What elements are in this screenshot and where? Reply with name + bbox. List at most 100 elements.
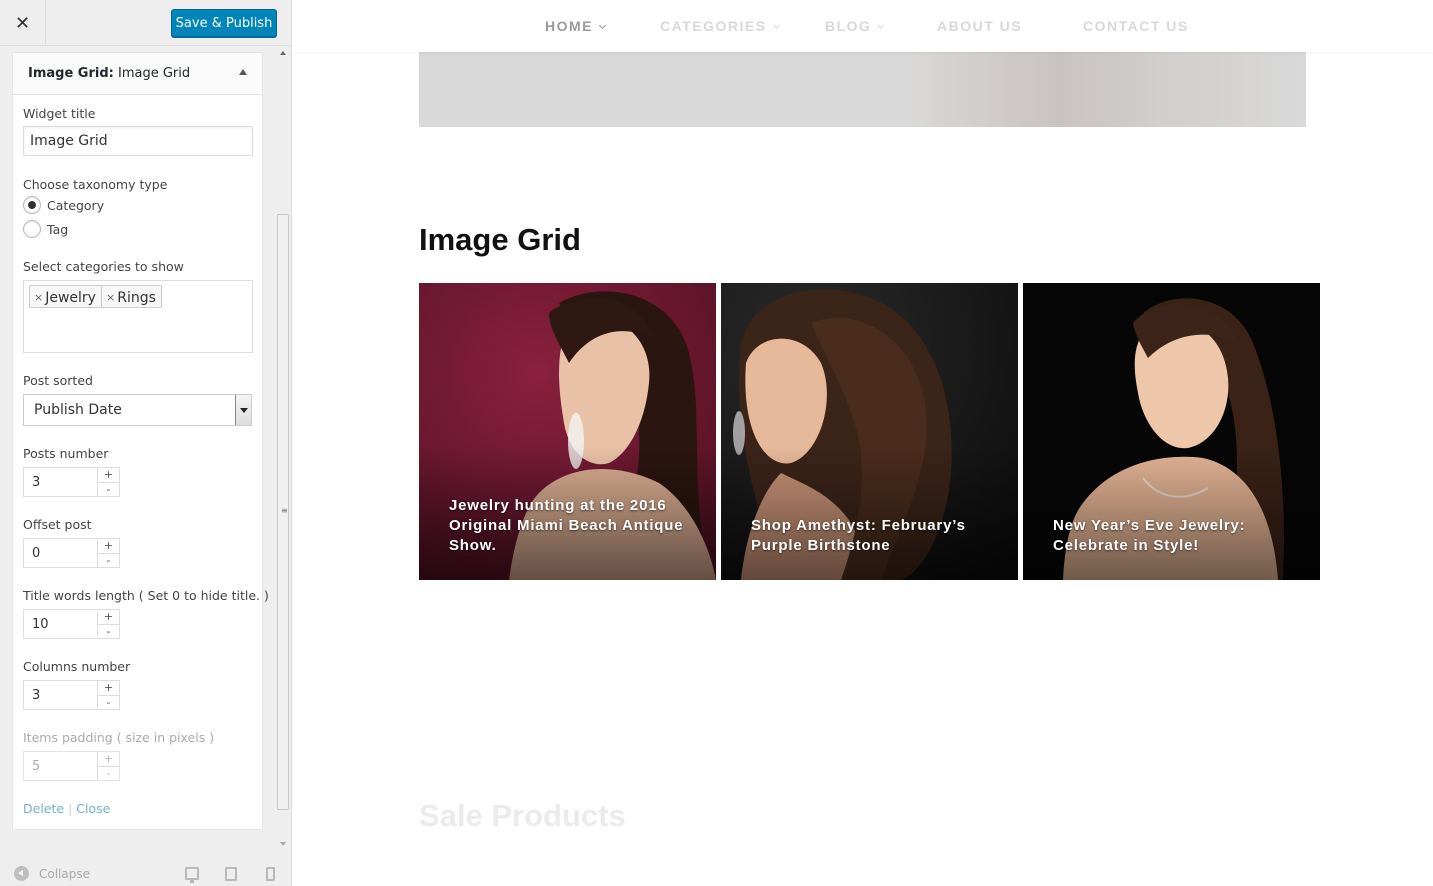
hero-banner-image [419, 52, 1306, 127]
image-grid-title: Image Grid [419, 222, 581, 257]
offset-stepper[interactable]: + - [97, 539, 119, 567]
offset-label: Offset post [23, 517, 92, 532]
delete-link[interactable]: Delete [23, 801, 64, 816]
offset-input[interactable]: 0 + - [23, 538, 120, 568]
title-length-stepper[interactable]: + - [97, 610, 119, 638]
category-tag-rings[interactable]: × Rings [101, 285, 162, 308]
remove-tag-icon[interactable]: × [34, 291, 43, 304]
scroll-up-icon[interactable] [280, 51, 286, 55]
posts-number-stepper[interactable]: + - [97, 468, 119, 496]
widget-title-input[interactable]: Image Grid [23, 126, 253, 156]
title-length-input[interactable]: 10 + - [23, 609, 120, 639]
close-link[interactable]: Close [76, 801, 110, 816]
offset-value: 0 [32, 546, 41, 561]
posts-number-input[interactable]: 3 + - [23, 467, 120, 497]
title-length-value: 10 [32, 617, 49, 632]
chevron-down-icon [772, 21, 780, 30]
category-tag-jewelry[interactable]: × Jewelry [29, 285, 102, 308]
close-icon[interactable]: ✕ [0, 0, 46, 46]
nav-item-categories[interactable]: CATEGORIES [660, 18, 780, 34]
nav-item-label: CATEGORIES [660, 18, 767, 34]
increment-icon[interactable]: + [98, 610, 119, 624]
grid-item-3[interactable]: New Year’s Eve Jewelry: Celebrate in Sty… [1023, 283, 1320, 580]
padding-value: 5 [32, 759, 41, 774]
customizer-sidebar: ✕ Save & Publish Image Grid: Image Grid … [0, 0, 292, 886]
categories-label: Select categories to show [23, 259, 184, 274]
padding-input[interactable]: 5 + - [23, 751, 120, 781]
sidebar-header: ✕ Save & Publish [0, 0, 291, 46]
post-sorted-value: Publish Date [34, 402, 122, 418]
widget-title-label: Widget title [23, 106, 96, 121]
collapse-icon[interactable] [14, 866, 29, 881]
posts-number-value: 3 [32, 475, 41, 490]
nav-item-label: HOME [545, 18, 593, 34]
remove-tag-icon[interactable]: × [106, 291, 115, 304]
category-tag-label: Jewelry [45, 289, 96, 306]
radio-tag-label: Tag [47, 221, 69, 237]
nav-item-label: ABOUT US [937, 18, 1023, 34]
sidebar-scrollbar[interactable]: ≡ [276, 46, 291, 846]
posts-number-label: Posts number [23, 446, 109, 461]
nav-item-blog[interactable]: BLOG [825, 18, 885, 34]
nav-item-home[interactable]: HOME [545, 18, 607, 34]
increment-icon[interactable]: + [98, 752, 119, 766]
grid-item-title[interactable]: Shop Amethyst: February’s Purple Birthst… [751, 516, 996, 556]
taxonomy-option-category[interactable]: Category [23, 196, 104, 214]
grid-item-title[interactable]: New Year’s Eve Jewelry: Celebrate in Sty… [1053, 516, 1298, 556]
taxonomy-label: Choose taxonomy type [23, 177, 168, 192]
padding-stepper[interactable]: + - [97, 752, 119, 780]
tablet-icon[interactable] [225, 867, 237, 881]
link-separator: | [68, 801, 73, 816]
columns-input[interactable]: 3 + - [23, 680, 120, 710]
padding-label: Items padding ( size in pixels ) [23, 730, 215, 745]
post-sorted-label: Post sorted [23, 373, 93, 388]
categories-select[interactable]: × Jewelry × Rings [23, 280, 253, 353]
title-length-label: Title words length ( Set 0 to hide title… [23, 588, 269, 603]
mobile-icon[interactable] [266, 867, 275, 881]
chevron-down-icon [598, 21, 607, 30]
collapse-button[interactable]: Collapse [39, 867, 90, 881]
increment-icon[interactable]: + [98, 539, 119, 553]
radio-category[interactable] [23, 196, 41, 214]
taxonomy-option-tag[interactable]: Tag [23, 220, 68, 238]
grid-item-title[interactable]: Jewelry hunting at the 2016 Original Mia… [449, 496, 694, 556]
decrement-icon[interactable]: - [98, 482, 119, 496]
collapse-arrow-icon[interactable] [239, 69, 247, 75]
image-grid-widget: Image Grid: Image Grid Widget title Imag… [12, 52, 269, 830]
decrement-icon[interactable]: - [98, 624, 119, 638]
category-tag-label: Rings [117, 289, 156, 306]
nav-item-label: CONTACT US [1083, 18, 1189, 34]
nav-item-contact-us[interactable]: CONTACT US [1083, 18, 1189, 34]
radio-category-label: Category [47, 197, 105, 213]
columns-label: Columns number [23, 659, 131, 674]
nav-item-label: BLOG [825, 18, 872, 34]
main-navigation: HOME CATEGORIES BLOG ABOUT US CONTACT US [293, 0, 1433, 52]
radio-tag[interactable] [23, 220, 41, 238]
decrement-icon[interactable]: - [98, 695, 119, 709]
chevron-down-icon[interactable] [235, 395, 251, 425]
grid-item-1[interactable]: Jewelry hunting at the 2016 Original Mia… [419, 283, 716, 580]
columns-value: 3 [32, 688, 41, 703]
scroll-down-icon[interactable] [280, 842, 286, 846]
widget-actions: Delete | Close [23, 801, 110, 816]
save-publish-button[interactable]: Save & Publish [171, 9, 277, 37]
decrement-icon[interactable]: - [98, 766, 119, 780]
columns-stepper[interactable]: + - [97, 681, 119, 709]
sidebar-footer: Collapse [0, 856, 291, 886]
nav-item-about-us[interactable]: ABOUT US [937, 18, 1022, 34]
desktop-icon[interactable] [185, 867, 199, 883]
decrement-icon[interactable]: - [98, 553, 119, 567]
post-sorted-select[interactable]: Publish Date [23, 394, 252, 426]
widget-name-label: Image Grid [118, 66, 191, 81]
site-preview: HOME CATEGORIES BLOG ABOUT US CONTACT US… [293, 0, 1433, 886]
scrollbar-thumb[interactable]: ≡ [277, 214, 289, 810]
widget-type-label: Image Grid: [28, 66, 114, 81]
chevron-down-icon [877, 21, 885, 30]
widget-header-title: Image Grid: Image Grid [28, 66, 190, 81]
widget-header[interactable]: Image Grid: Image Grid [13, 53, 262, 95]
sale-products-title: Sale Products [419, 798, 626, 833]
grid-item-2[interactable]: Shop Amethyst: February’s Purple Birthst… [721, 283, 1018, 580]
increment-icon[interactable]: + [98, 681, 119, 695]
grip-icon: ≡ [281, 506, 288, 515]
increment-icon[interactable]: + [98, 468, 119, 482]
